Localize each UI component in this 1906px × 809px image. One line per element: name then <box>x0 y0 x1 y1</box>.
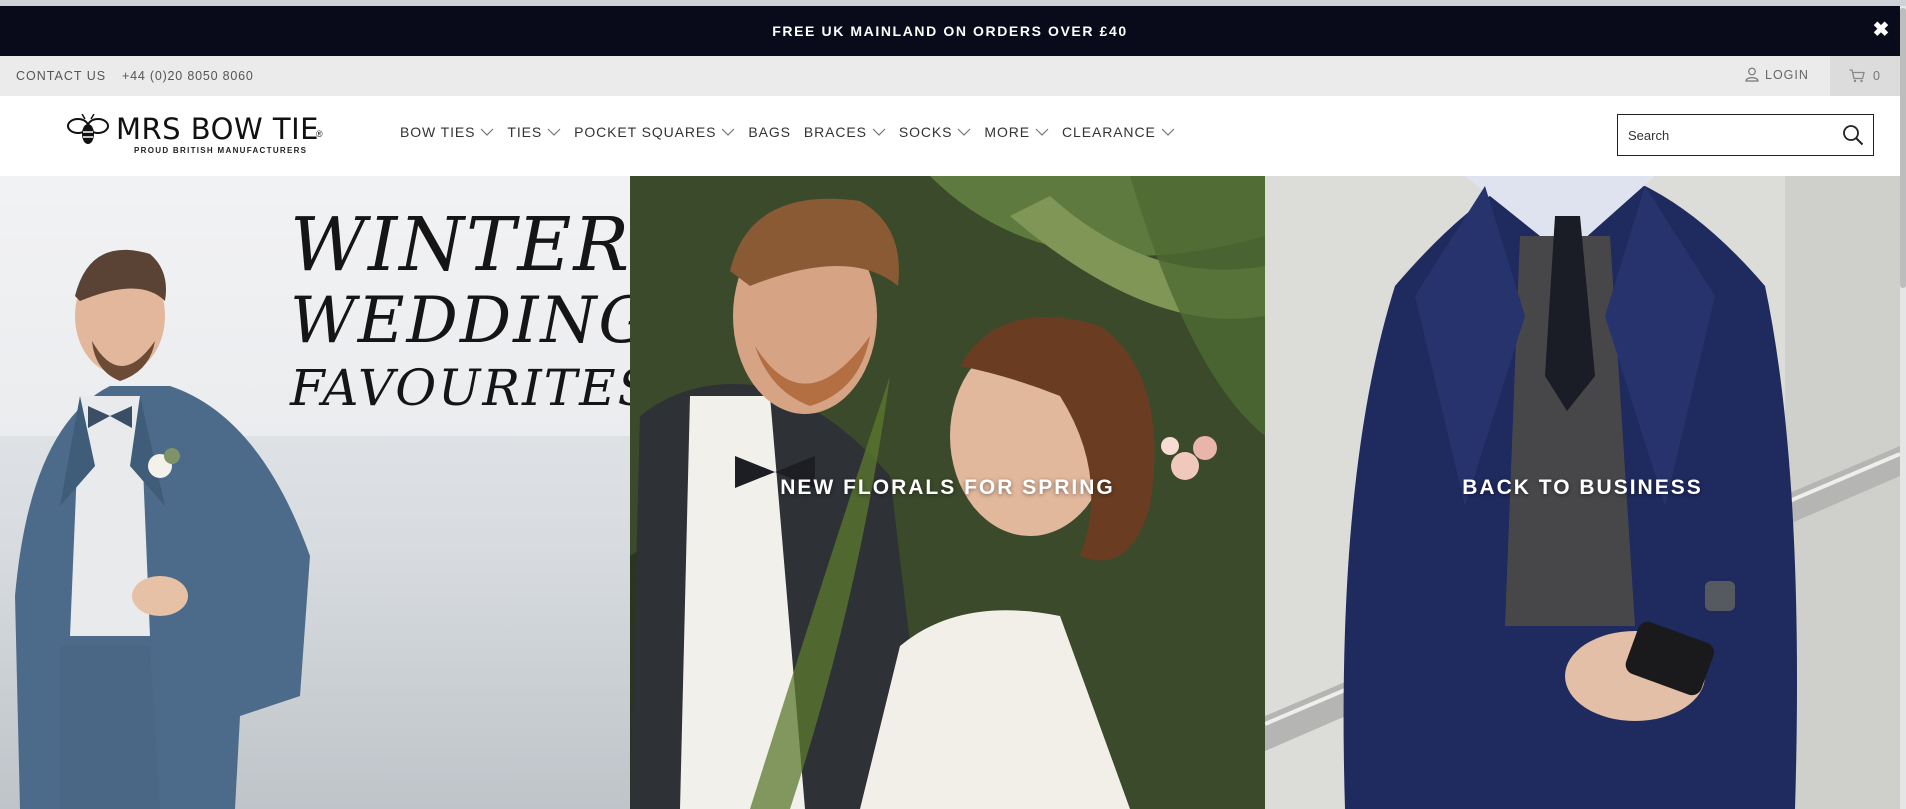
nav-item-pocket-squares[interactable]: POCKET SQUARES <box>574 124 735 140</box>
chevron-down-icon <box>957 128 971 136</box>
phone-number[interactable]: +44 (0)20 8050 8060 <box>122 69 254 83</box>
nav-item-label: POCKET SQUARES <box>574 124 717 140</box>
nav-item-bags[interactable]: BAGS <box>748 124 791 140</box>
nav-item-label: BAGS <box>748 124 791 140</box>
nav-item-label: TIES <box>507 124 543 140</box>
close-icon[interactable]: ✖ <box>1870 19 1892 41</box>
chevron-down-icon <box>872 128 886 136</box>
chevron-down-icon <box>480 128 494 136</box>
announcement-bar: FREE UK MAINLAND ON ORDERS OVER £40 ✖ <box>0 6 1900 56</box>
hero-panel-back-to-business[interactable]: BACK TO BUSINESS <box>1265 176 1900 809</box>
search-box <box>1617 114 1874 156</box>
logo[interactable]: MRS BOW TIE ® PROUD BRITISH MANUFACTURER… <box>66 112 336 158</box>
nav-item-label: CLEARANCE <box>1062 124 1156 140</box>
nav-item-label: SOCKS <box>898 124 953 140</box>
chevron-down-icon <box>1161 128 1175 136</box>
bee-icon <box>67 114 109 144</box>
search-input[interactable] <box>1628 125 1828 145</box>
nav-item-label: BRACES <box>803 124 867 140</box>
login-label: LOGIN <box>1765 67 1809 82</box>
search-icon[interactable] <box>1841 123 1865 147</box>
chevron-down-icon <box>547 128 561 136</box>
nav-item-ties[interactable]: TIES <box>507 124 561 140</box>
chevron-down-icon <box>721 128 735 136</box>
site-header: MRS BOW TIE ® PROUD BRITISH MANUFACTURER… <box>0 96 1900 176</box>
user-icon <box>1745 67 1759 82</box>
winter-wedding-title: WINTER WEDDING FAVOURITES <box>290 202 630 418</box>
business-caption: BACK TO BUSINESS <box>1462 476 1703 499</box>
contact-us-link[interactable]: CONTACT US <box>16 69 106 83</box>
logo-name: MRS BOW TIE <box>116 112 319 146</box>
main-nav: BOW TIES TIES POCKET SQUARES BAGS BRACES… <box>400 124 1188 140</box>
nav-item-bow-ties[interactable]: BOW TIES <box>400 124 494 140</box>
nav-item-more[interactable]: MORE <box>984 124 1049 140</box>
nav-item-socks[interactable]: SOCKS <box>899 124 972 140</box>
scrollbar-thumb[interactable] <box>1900 8 1906 288</box>
cart-icon <box>1849 69 1865 83</box>
logo-registered-mark: ® <box>316 129 323 139</box>
announcement-text: FREE UK MAINLAND ON ORDERS OVER £40 <box>772 23 1128 39</box>
hero-panel-winter-wedding[interactable]: WINTER WEDDING FAVOURITES <box>0 176 630 809</box>
utility-bar: CONTACT US +44 (0)20 8050 8060 LOGIN 0 <box>0 56 1900 96</box>
chevron-down-icon <box>1035 128 1049 136</box>
hero-panel-new-florals[interactable]: NEW FLORALS FOR SPRING <box>630 176 1265 809</box>
nav-item-label: BOW TIES <box>400 124 476 140</box>
cart-count: 0 <box>1873 69 1881 83</box>
title-line-2: WEDDING <box>290 284 630 358</box>
cart-button[interactable]: 0 <box>1830 56 1900 96</box>
florals-caption: NEW FLORALS FOR SPRING <box>780 476 1115 499</box>
nav-item-braces[interactable]: BRACES <box>804 124 886 140</box>
login-link[interactable]: LOGIN <box>1745 67 1809 82</box>
nav-item-label: MORE <box>984 124 1031 140</box>
nav-item-clearance[interactable]: CLEARANCE <box>1062 124 1175 140</box>
title-line-3: FAVOURITES <box>290 359 630 417</box>
title-line-1: WINTER <box>290 202 630 288</box>
logo-tagline: PROUD BRITISH MANUFACTURERS <box>134 146 308 155</box>
